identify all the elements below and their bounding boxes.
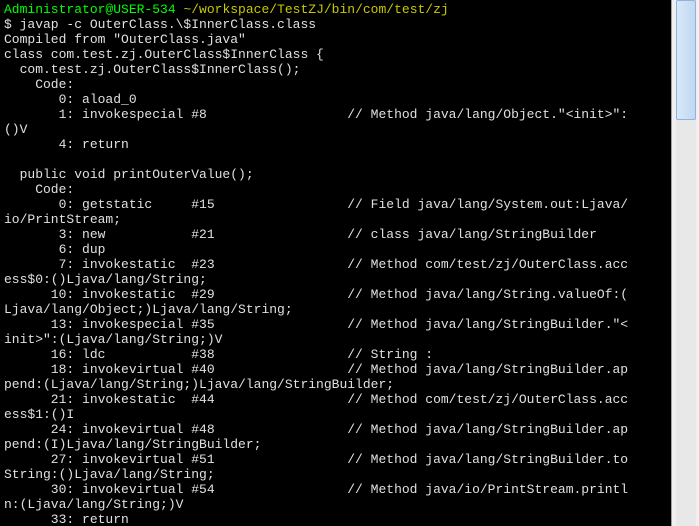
vertical-scrollbar[interactable] <box>671 0 699 526</box>
output-line: pend:(I)Ljava/lang/StringBuilder; <box>4 437 261 452</box>
output-line: 10: invokestatic #29 // Method java/lang… <box>4 287 628 302</box>
prompt-user: Administrator@USER-534 <box>4 2 176 17</box>
output-line: Ljava/lang/Object;)Ljava/lang/String; <box>4 302 293 317</box>
output-line: 0: aload_0 <box>4 92 137 107</box>
output-line: 3: new #21 // class java/lang/StringBuil… <box>4 227 597 242</box>
scrollbar-thumb[interactable] <box>676 0 696 120</box>
output-line: 30: invokevirtual #54 // Method java/io/… <box>4 482 628 497</box>
output-line: 18: invokevirtual #40 // Method java/lan… <box>4 362 628 377</box>
output-line: Code: <box>4 182 74 197</box>
output-line: pend:(Ljava/lang/String;)Ljava/lang/Stri… <box>4 377 394 392</box>
terminal-output[interactable]: Administrator@USER-534 ~/workspace/TestZ… <box>0 0 671 526</box>
output-line: 7: invokestatic #23 // Method com/test/z… <box>4 257 628 272</box>
output-line: Code: <box>4 77 74 92</box>
output-line: 27: invokevirtual #51 // Method java/lan… <box>4 452 628 467</box>
output-line: 1: invokespecial #8 // Method java/lang/… <box>4 107 628 122</box>
output-line: 13: invokespecial #35 // Method java/lan… <box>4 317 628 332</box>
output-line: init>":(Ljava/lang/String;)V <box>4 332 222 347</box>
output-line: io/PrintStream; <box>4 212 121 227</box>
output-line: Compiled from "OuterClass.java" <box>4 32 246 47</box>
output-line: n:(Ljava/lang/String;)V <box>4 497 183 512</box>
prompt-path: ~/workspace/TestZJ/bin/com/test/zj <box>183 2 448 17</box>
output-line: com.test.zj.OuterClass$InnerClass(); <box>4 62 300 77</box>
output-line: String:()Ljava/lang/String; <box>4 467 215 482</box>
output-line: 4: return <box>4 137 129 152</box>
command-line: $ javap -c OuterClass.\$InnerClass.class <box>4 17 316 32</box>
output-line: 24: invokevirtual #48 // Method java/lan… <box>4 422 628 437</box>
output-line: ess$1:()I <box>4 407 74 422</box>
output-line: ess$0:()Ljava/lang/String; <box>4 272 207 287</box>
output-line: 21: invokestatic #44 // Method com/test/… <box>4 392 628 407</box>
output-line: ()V <box>4 122 27 137</box>
output-line: 0: getstatic #15 // Field java/lang/Syst… <box>4 197 628 212</box>
output-line: class com.test.zj.OuterClass$InnerClass … <box>4 47 324 62</box>
output-line: 33: return <box>4 512 129 526</box>
output-line: 16: ldc #38 // String : <box>4 347 433 362</box>
output-line: public void printOuterValue(); <box>4 167 254 182</box>
output-line: 6: dup <box>4 242 105 257</box>
